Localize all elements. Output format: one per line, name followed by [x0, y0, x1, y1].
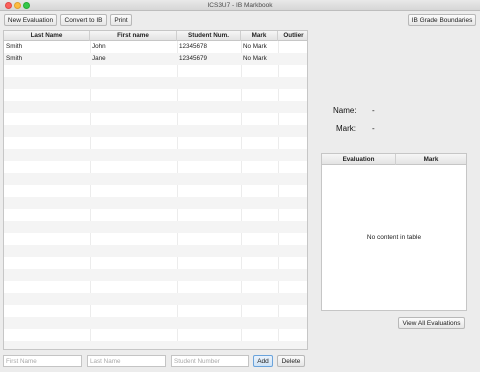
title-bar: ICS3U7 - IB Markbook — [0, 0, 480, 11]
empty-table-row — [4, 101, 307, 113]
column-header-mark[interactable]: Mark — [241, 31, 278, 41]
empty-table-row — [4, 329, 307, 341]
mark-label: Mark: — [336, 124, 356, 133]
empty-table-row — [4, 125, 307, 137]
column-header-student-number[interactable]: Student Num. — [177, 31, 241, 41]
empty-table-row — [4, 77, 307, 89]
name-label: Name: — [333, 106, 357, 115]
table-row[interactable]: Smith John 12345678 No Mark — [4, 41, 307, 53]
print-button[interactable]: Print — [110, 14, 132, 26]
evaluations-table-header: Evaluation Mark — [322, 154, 466, 165]
empty-table-row — [4, 221, 307, 233]
empty-table-row — [4, 245, 307, 257]
cell-mark: No Mark — [243, 43, 267, 50]
empty-table-placeholder: No content in table — [366, 234, 422, 241]
empty-table-row — [4, 197, 307, 209]
cell-first-name: Jane — [92, 55, 106, 62]
student-number-field[interactable] — [171, 355, 249, 367]
evaluations-table[interactable]: Evaluation Mark No content in table — [321, 153, 467, 311]
empty-table-row — [4, 173, 307, 185]
name-value: - — [372, 106, 375, 115]
empty-table-row — [4, 233, 307, 245]
empty-table-row — [4, 89, 307, 101]
empty-table-row — [4, 65, 307, 77]
empty-table-row — [4, 185, 307, 197]
empty-table-row — [4, 317, 307, 329]
empty-table-row — [4, 341, 307, 349]
convert-to-ib-button[interactable]: Convert to IB — [60, 14, 107, 26]
first-name-field[interactable] — [3, 355, 82, 367]
empty-table-row — [4, 149, 307, 161]
cell-student-number: 12345678 — [179, 43, 208, 50]
ib-grade-boundaries-button[interactable]: IB Grade Boundaries — [408, 14, 476, 26]
cell-outlier — [278, 53, 307, 65]
cell-first-name: John — [92, 43, 106, 50]
cell-last-name: Smith — [6, 55, 23, 62]
add-button[interactable]: Add — [253, 355, 273, 367]
column-header-evaluation[interactable]: Evaluation — [322, 154, 396, 165]
empty-table-row — [4, 281, 307, 293]
empty-table-row — [4, 269, 307, 281]
delete-button[interactable]: Delete — [277, 355, 305, 367]
column-header-last-name[interactable]: Last Name — [4, 31, 90, 41]
empty-table-row — [4, 113, 307, 125]
cell-mark: No Mark — [243, 55, 267, 62]
column-header-outlier[interactable]: Outlier — [278, 31, 307, 41]
new-evaluation-button[interactable]: New Evaluation — [4, 14, 57, 26]
cell-student-number: 12345679 — [179, 55, 208, 62]
column-header-evaluation-mark[interactable]: Mark — [396, 154, 466, 165]
students-table[interactable]: Last Name First name Student Num. Mark O… — [3, 30, 308, 350]
column-header-first-name[interactable]: First name — [90, 31, 177, 41]
table-row[interactable]: Smith Jane 12345679 No Mark — [4, 53, 307, 65]
window-title: ICS3U7 - IB Markbook — [207, 1, 273, 9]
students-table-body: Smith John 12345678 No Mark Smith Jane 1… — [4, 41, 307, 349]
mark-value: - — [372, 124, 375, 133]
cell-outlier — [278, 41, 307, 53]
empty-table-row — [4, 137, 307, 149]
view-all-evaluations-button[interactable]: View All Evaluations — [398, 317, 465, 329]
last-name-field[interactable] — [87, 355, 166, 367]
cell-last-name: Smith — [6, 43, 23, 50]
empty-table-row — [4, 209, 307, 221]
empty-table-row — [4, 305, 307, 317]
empty-table-row — [4, 293, 307, 305]
students-table-header: Last Name First name Student Num. Mark O… — [4, 31, 307, 41]
empty-table-row — [4, 161, 307, 173]
empty-table-row — [4, 257, 307, 269]
